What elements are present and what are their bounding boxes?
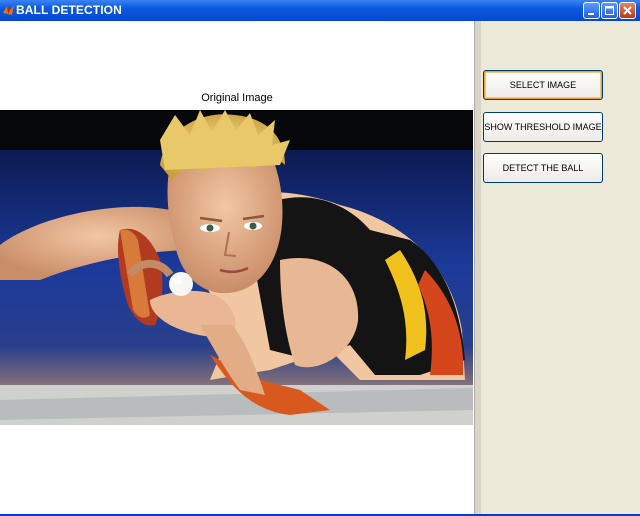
- title-bar[interactable]: BALL DETECTION: [0, 0, 640, 21]
- close-icon: [623, 6, 632, 15]
- minimize-button[interactable]: [583, 2, 600, 19]
- axes-title: Original Image: [201, 92, 273, 104]
- matlab-icon[interactable]: [2, 3, 15, 17]
- show-threshold-image-button[interactable]: SHOW THRESHOLD IMAGE: [483, 112, 603, 142]
- figure-canvas: Original Image: [0, 21, 474, 514]
- close-button[interactable]: [619, 2, 636, 19]
- app-window: BALL DETECTION Original Image SELECT IMA…: [0, 0, 640, 516]
- window-title: BALL DETECTION: [16, 3, 122, 17]
- original-image: [0, 110, 473, 425]
- select-image-button[interactable]: SELECT IMAGE: [483, 70, 603, 100]
- maximize-button[interactable]: [601, 2, 618, 19]
- control-panel: SELECT IMAGE SHOW THRESHOLD IMAGE DETECT…: [481, 21, 640, 514]
- maximize-icon: [605, 6, 614, 15]
- detect-the-ball-button[interactable]: DETECT THE BALL: [483, 153, 603, 183]
- client-area: Original Image SELECT IMAGE SHOW THRESHO…: [0, 21, 640, 516]
- minimize-icon: [588, 13, 594, 15]
